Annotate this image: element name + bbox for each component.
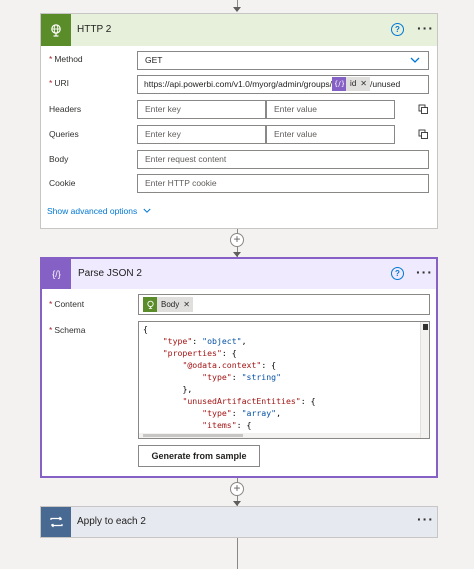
schema-code-line: "type": "array",: [202, 408, 282, 418]
uri-suffix: /unused: [369, 79, 401, 89]
schema-code-line: "type": "object",: [162, 336, 247, 346]
headers-key-input[interactable]: Enter key: [137, 100, 266, 119]
uri-input[interactable]: https://api.powerbi.com/v1.0/myorg/admin…: [137, 75, 429, 94]
schema-code-line: "unusedArtifactEntities": {: [182, 396, 316, 406]
method-dropdown[interactable]: GET: [137, 51, 429, 70]
queries-value-input[interactable]: Enter value: [266, 125, 395, 144]
connector-line-bottom: [237, 538, 238, 569]
uri-label: * URI: [49, 78, 69, 88]
more-options-icon[interactable]: ···: [417, 511, 434, 527]
loop-icon: [41, 507, 71, 537]
parse-json-action-card: {/} Parse JSON 2 ? ··· * Content Body ✕ * S…: [40, 257, 438, 478]
queries-key-input[interactable]: Enter key: [137, 125, 266, 144]
parse-json-card-header[interactable]: {/} Parse JSON 2 ? ···: [42, 259, 436, 289]
apply-to-each-card-title: Apply to each 2: [77, 516, 146, 527]
globe-icon: [41, 14, 71, 46]
arrow-down-icon: [233, 7, 241, 12]
http-card-header[interactable]: HTTP 2 ? ···: [41, 14, 437, 46]
schema-code-line: "items": {: [202, 420, 252, 430]
chevron-down-icon: [410, 57, 420, 63]
apply-to-each-action-card[interactable]: Apply to each 2 ···: [40, 506, 438, 538]
globe-icon: [143, 297, 157, 313]
body-token[interactable]: Body ✕: [143, 295, 193, 314]
svg-text:{/}: {/}: [335, 79, 344, 88]
schema-code-line: "type": "string": [202, 372, 282, 382]
add-step-button[interactable]: +: [230, 482, 244, 496]
schema-code-line: "@odata.context": {: [182, 360, 277, 370]
schema-code-line: {: [143, 324, 148, 334]
schema-horizontal-scrollbar[interactable]: [139, 433, 420, 438]
schema-scrollbar[interactable]: [420, 322, 429, 438]
chevron-down-icon: [143, 208, 151, 213]
uri-id-token[interactable]: {/}id✕: [332, 76, 370, 92]
body-label: Body: [49, 154, 69, 164]
schema-code-line: },: [182, 384, 193, 394]
generate-from-sample-button[interactable]: Generate from sample: [138, 445, 260, 467]
cookie-label: Cookie: [49, 178, 76, 188]
add-step-button[interactable]: +: [230, 233, 244, 247]
switch-mode-icon[interactable]: [418, 129, 428, 139]
uri-prefix: https://api.powerbi.com/v1.0/myorg/admin…: [144, 79, 333, 89]
queries-label: Queries: [49, 129, 79, 139]
schema-code: { "type": "object", "properties": { "@od…: [139, 322, 429, 438]
remove-token-icon[interactable]: ✕: [183, 295, 193, 314]
parse-json-card-title: Parse JSON 2: [78, 268, 142, 279]
method-value: GET: [145, 55, 163, 65]
switch-mode-icon[interactable]: [418, 104, 428, 114]
more-options-icon[interactable]: ···: [417, 20, 434, 36]
content-label: * Content: [49, 299, 85, 309]
body-input[interactable]: Enter request content: [137, 150, 429, 169]
http-action-card: HTTP 2 ? ··· * Method GET * URI https://ap…: [40, 13, 438, 229]
schema-code-line: "properties": {: [162, 348, 237, 358]
show-advanced-options-link[interactable]: Show advanced options: [47, 206, 151, 216]
http-card-title: HTTP 2: [77, 24, 112, 35]
schema-label: * Schema: [49, 325, 86, 335]
braces-icon: {/}: [42, 259, 71, 289]
more-options-icon[interactable]: ···: [416, 264, 433, 280]
schema-editor[interactable]: { "type": "object", "properties": { "@od…: [138, 321, 430, 439]
apply-to-each-card-header[interactable]: Apply to each 2 ···: [41, 507, 437, 537]
content-input[interactable]: Body ✕: [138, 294, 430, 315]
help-icon[interactable]: ?: [391, 23, 404, 36]
help-icon[interactable]: ?: [391, 267, 404, 280]
braces-icon: {/}: [332, 76, 347, 91]
cookie-input[interactable]: Enter HTTP cookie: [137, 174, 429, 193]
remove-token-icon[interactable]: ✕: [360, 76, 370, 92]
headers-label: Headers: [49, 104, 82, 114]
method-label: * Method: [49, 54, 83, 64]
scroll-thumb[interactable]: [423, 324, 428, 330]
headers-value-input[interactable]: Enter value: [266, 100, 395, 119]
